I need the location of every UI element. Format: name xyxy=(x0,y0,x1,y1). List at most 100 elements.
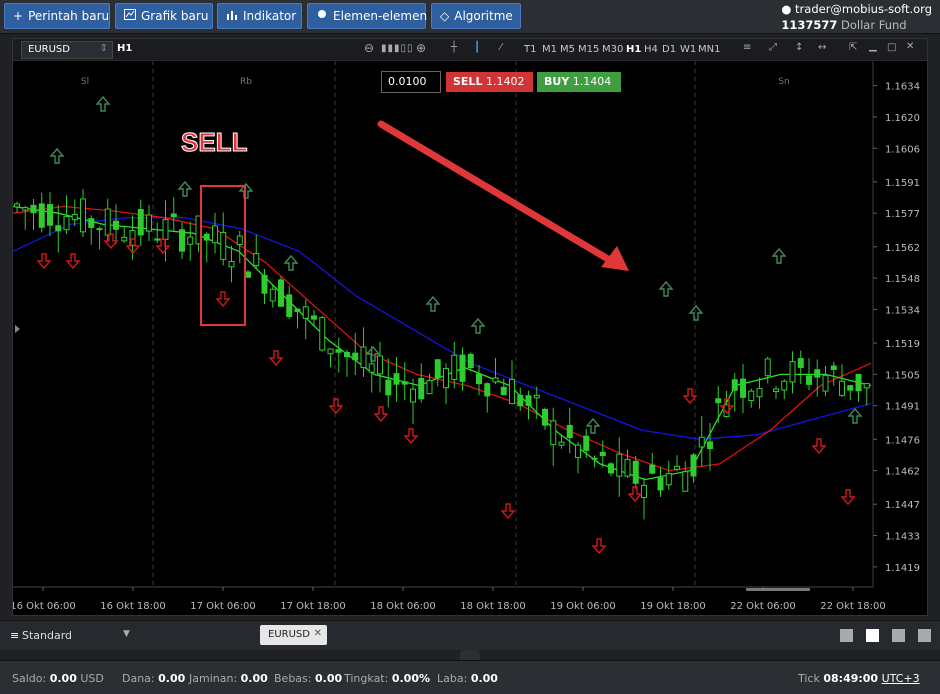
candle-body xyxy=(624,458,631,477)
minimize-icon[interactable]: ▁ xyxy=(869,41,877,52)
timezone[interactable]: UTC+3 xyxy=(882,672,920,685)
candle-body xyxy=(187,236,194,245)
day-label: Sn xyxy=(778,77,789,87)
price-chart[interactable]: 1.1634 1.1620 1.1606 1.1591 1.1577 1.1562 1.15… xyxy=(13,39,929,617)
candle-body xyxy=(641,484,647,498)
panel-handle[interactable] xyxy=(460,650,480,660)
dana-value: 0.00 xyxy=(158,672,186,685)
candle-body xyxy=(484,383,491,397)
menu-icon[interactable]: ≡ xyxy=(10,629,19,642)
candle-body xyxy=(731,379,738,391)
candle-body xyxy=(566,424,573,439)
symbol-selector[interactable]: EURUSD ⇕ xyxy=(21,41,113,59)
layout-horizontal-icon[interactable] xyxy=(918,629,931,642)
account-info[interactable]: ● trader@mobius-soft.org 1137577 Dollar … xyxy=(781,1,932,33)
x-tick-label: 18 Okt 06:00 xyxy=(370,601,435,612)
indicator-button[interactable]: Indikator xyxy=(217,3,302,29)
y-tick-label: 1.1534 xyxy=(885,305,920,316)
zoom-out-icon[interactable]: ⊖ xyxy=(364,41,374,55)
saldo-label: Saldo: xyxy=(12,672,47,685)
candle-body xyxy=(212,225,218,244)
chart-tab[interactable]: EURUSD ✕ xyxy=(260,625,327,645)
y-tick-label: 1.1634 xyxy=(885,82,920,93)
buy-button[interactable]: BUY 1.1404 xyxy=(537,72,621,92)
sell-button[interactable]: SELL 1.1402 xyxy=(446,72,533,92)
chevron-down-icon[interactable]: ▼ xyxy=(123,629,130,639)
annotation-arrow-shaft xyxy=(377,120,617,266)
candle-body xyxy=(294,308,301,313)
popout-icon[interactable]: ⇱ xyxy=(849,42,857,53)
fractal-up-arrow xyxy=(425,295,441,312)
timeframe-h1[interactable]: H1 xyxy=(626,44,641,55)
zoom-slider[interactable]: ▮▮▮▯▯ xyxy=(381,43,414,54)
diamond-icon: ◇ xyxy=(440,9,450,23)
timeframe-m5[interactable]: M5 xyxy=(560,44,575,55)
x-tick-label: 22 Okt 18:00 xyxy=(820,601,885,612)
tick-label: Tick xyxy=(798,672,820,685)
candle-body xyxy=(542,408,548,426)
candle-body xyxy=(863,383,870,389)
elements-button[interactable]: Elemen-elemen xyxy=(307,3,427,29)
candle-body xyxy=(113,220,119,230)
timeframe-w1[interactable]: W1 xyxy=(680,44,696,55)
vline-tool-icon[interactable]: ↕ xyxy=(795,42,803,53)
y-tick-label: 1.1577 xyxy=(885,209,920,220)
tab-close-icon[interactable]: ✕ xyxy=(314,628,322,639)
timeframe-t1[interactable]: T1 xyxy=(524,44,536,55)
trendline-tool-icon[interactable]: ⤢ xyxy=(769,42,777,53)
zoom-in-icon[interactable]: ⊕ xyxy=(416,41,426,55)
timeframe-m15[interactable]: M15 xyxy=(578,44,599,55)
x-tick-label: 16 Okt 18:00 xyxy=(100,601,165,612)
candle-body xyxy=(261,274,268,294)
status-bar: Saldo: 0.00 USD Dana: 0.00 Jaminan: 0.00… xyxy=(0,660,940,694)
lot-input[interactable]: 0.0100 xyxy=(381,71,441,93)
timeframe-h4[interactable]: H4 xyxy=(644,44,658,55)
candle-body xyxy=(847,385,854,391)
x-tick-label: 17 Okt 18:00 xyxy=(280,601,345,612)
arrows-tool-icon[interactable]: ↔ xyxy=(818,42,826,53)
chart-panel[interactable]: 1.1634 1.1620 1.1606 1.1591 1.1577 1.1562 1.15… xyxy=(12,38,928,616)
bebas-label: Bebas: xyxy=(274,672,312,685)
candle-body xyxy=(327,348,334,355)
ma-fast-line xyxy=(13,205,872,481)
candle-body xyxy=(715,398,722,404)
timeframe-d1[interactable]: D1 xyxy=(662,44,676,55)
account-email: trader@mobius-soft.org xyxy=(795,2,932,16)
timeframe-mn1[interactable]: MN1 xyxy=(698,44,720,55)
order-panel: 0.0100 SELL 1.1402 BUY 1.1404 xyxy=(381,71,621,93)
candle-body xyxy=(764,358,771,377)
timeframe-m1[interactable]: M1 xyxy=(542,44,557,55)
layout-select[interactable]: Standard xyxy=(22,629,72,642)
candle-body xyxy=(806,375,812,385)
candle-type-icon[interactable]: ┃ xyxy=(474,42,480,53)
y-tick-label: 1.1620 xyxy=(885,113,920,124)
timeframe-m30[interactable]: M30 xyxy=(602,44,623,55)
close-icon[interactable]: ✕ xyxy=(906,41,914,52)
left-scroll-handle xyxy=(15,325,20,333)
algorithm-button[interactable]: ◇ Algoritme xyxy=(431,3,521,29)
layout-single-icon[interactable] xyxy=(840,629,853,642)
layout-grid-icon[interactable] xyxy=(866,629,879,642)
maximize-icon[interactable]: □ xyxy=(887,42,896,53)
layout-vertical-icon[interactable] xyxy=(892,629,905,642)
candle-body xyxy=(154,238,161,241)
fractal-up-arrow xyxy=(49,147,65,164)
jaminan-label: Jaminan: xyxy=(189,672,238,685)
y-tick-label: 1.1447 xyxy=(885,500,920,511)
fractal-down-arrow xyxy=(373,406,389,423)
new-chart-button[interactable]: Grafik baru xyxy=(115,3,213,29)
candle-body xyxy=(220,231,227,260)
candle-body xyxy=(278,279,284,307)
candle-body xyxy=(665,473,672,486)
chart-scrollbar xyxy=(746,588,810,591)
line-type-icon[interactable]: ⁄ xyxy=(500,42,502,53)
candle-body xyxy=(80,198,86,233)
new-order-button[interactable]: + Perintah baru xyxy=(4,3,110,29)
laba-label: Laba: xyxy=(437,672,468,685)
hline-tool-icon[interactable]: ≡ xyxy=(743,42,751,53)
sell-label: SELL xyxy=(453,75,483,88)
buy-price: 1.1404 xyxy=(572,75,612,88)
bar-type-icon[interactable]: ┼ xyxy=(451,42,457,53)
fractal-down-arrow xyxy=(840,489,856,506)
candle-body xyxy=(616,453,623,477)
